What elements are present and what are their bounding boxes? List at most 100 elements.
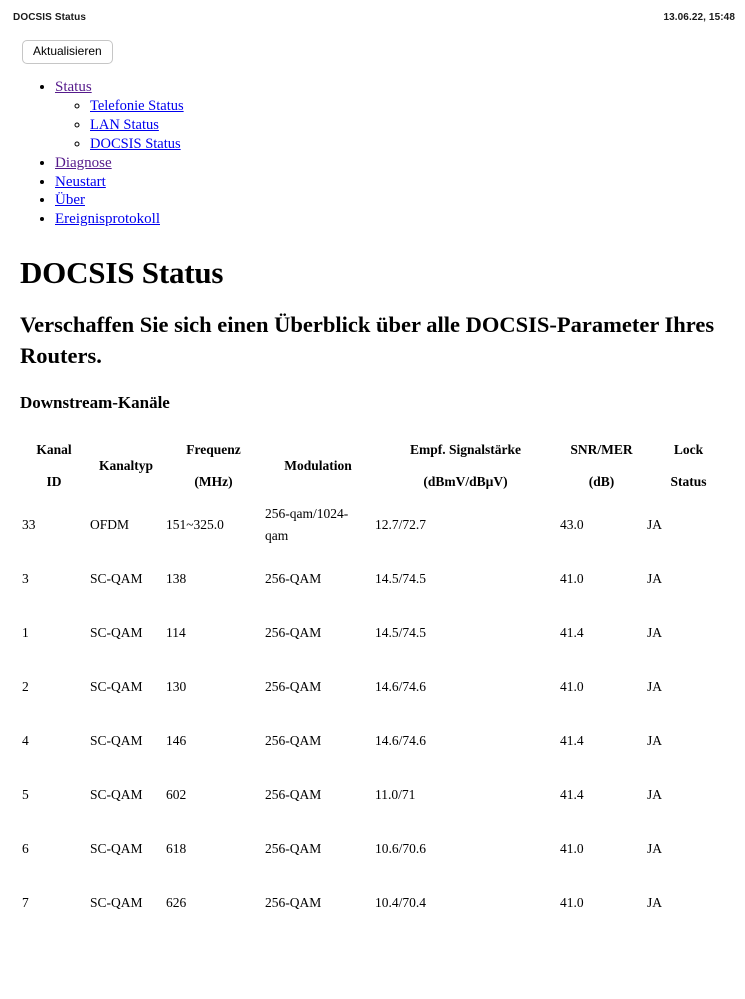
cell-frequenz: 130 <box>166 679 187 695</box>
cell-kanaltyp: SC-QAM <box>90 625 143 641</box>
cell-lock-status: JA <box>647 517 663 533</box>
nav-item-diagnose: Diagnose <box>55 154 745 173</box>
cell-kanaltyp: SC-QAM <box>90 787 143 803</box>
nav-link-status[interactable]: Status <box>55 79 92 95</box>
column-header-lock-status: Lock Status <box>645 435 732 498</box>
nav-item-lan-status: LAN Status <box>90 116 745 135</box>
table-row: 3 SC-QAM 138 256-QAM 14.5/74.5 41.0 JA <box>20 552 732 606</box>
table-row: 6 SC-QAM 618 256-QAM 10.6/70.6 41.0 JA <box>20 822 732 876</box>
column-header-snr-mer: SNR/MER (dB) <box>558 435 645 498</box>
nav-link-diagnose[interactable]: Diagnose <box>55 155 112 171</box>
cell-kanal-id: 1 <box>22 625 29 641</box>
toolbar: Aktualisieren <box>0 28 745 65</box>
table-row: 2 SC-QAM 130 256-QAM 14.6/74.6 41.0 JA <box>20 660 732 714</box>
page-subtitle: Verschaffen Sie sich einen Überblick übe… <box>20 312 715 368</box>
column-header-line1: SNR/MER <box>570 442 633 458</box>
cell-kanal-id: 4 <box>22 733 29 749</box>
nav-item-docsis-status: DOCSIS Status <box>90 135 745 154</box>
page-content: Aktualisieren Status Telefonie Status LA… <box>0 28 745 930</box>
nav-link-telefonie-status[interactable]: Telefonie Status <box>90 98 184 114</box>
cell-modulation: 256-QAM <box>265 787 322 803</box>
cell-kanal-id: 7 <box>22 895 29 911</box>
cell-frequenz: 146 <box>166 733 187 749</box>
nav-item-ueber: Über <box>55 191 745 210</box>
refresh-button[interactable]: Aktualisieren <box>22 40 113 65</box>
table-body: 33 OFDM 151~325.0 256-qam/1024-qam 12.7/… <box>20 498 732 930</box>
cell-kanal-id: 33 <box>22 517 36 533</box>
cell-modulation: 256-QAM <box>265 625 322 641</box>
cell-frequenz: 151~325.0 <box>166 517 224 533</box>
cell-signalstaerke: 14.6/74.6 <box>375 733 427 749</box>
column-header-kanal-id: Kanal ID <box>20 435 88 498</box>
cell-frequenz: 114 <box>166 625 186 641</box>
nav-link-lan-status[interactable]: LAN Status <box>90 117 159 133</box>
cell-lock-status: JA <box>647 733 663 749</box>
cell-signalstaerke: 14.5/74.5 <box>375 625 427 641</box>
cell-snr-mer: 41.0 <box>560 841 584 857</box>
cell-kanaltyp: SC-QAM <box>90 679 143 695</box>
cell-snr-mer: 41.4 <box>560 733 584 749</box>
print-header: DOCSIS Status 13.06.22, 15:48 <box>0 0 745 28</box>
cell-modulation: 256-QAM <box>265 895 322 911</box>
column-header-line2: (dB) <box>588 473 615 489</box>
cell-snr-mer: 41.4 <box>560 787 584 803</box>
cell-lock-status: JA <box>647 679 663 695</box>
column-header-line2: (dBmV/dBµV) <box>423 473 508 489</box>
print-header-title: DOCSIS Status <box>13 11 86 23</box>
cell-kanaltyp: OFDM <box>90 517 130 533</box>
column-header-line1: Modulation <box>284 458 352 474</box>
column-header-line1: Kanal <box>36 442 72 458</box>
cell-kanal-id: 5 <box>22 787 29 803</box>
column-header-line1: Kanaltyp <box>98 458 153 474</box>
cell-signalstaerke: 14.5/74.5 <box>375 571 427 587</box>
cell-modulation: 256-QAM <box>265 841 322 857</box>
nav-link-ueber[interactable]: Über <box>55 192 85 208</box>
column-header-line2: (MHz) <box>194 473 233 489</box>
cell-lock-status: JA <box>647 895 663 911</box>
main-navigation: Status Telefonie Status LAN Status DOCSI… <box>0 78 745 229</box>
table-row: 5 SC-QAM 602 256-QAM 11.0/71 41.4 JA <box>20 768 732 822</box>
column-header-frequenz: Frequenz (MHz) <box>164 435 263 498</box>
cell-modulation: 256-QAM <box>265 733 322 749</box>
cell-snr-mer: 41.0 <box>560 571 584 587</box>
cell-snr-mer: 43.0 <box>560 517 584 533</box>
table-header-row: Kanal ID Kanaltyp Frequenz (MHz) Modulat… <box>20 435 732 498</box>
cell-kanal-id: 6 <box>22 841 29 857</box>
column-header-line2: ID <box>46 473 62 489</box>
cell-snr-mer: 41.0 <box>560 679 584 695</box>
cell-kanaltyp: SC-QAM <box>90 841 143 857</box>
column-header-line1: Empf. Signalstärke <box>409 442 521 458</box>
nav-link-neustart[interactable]: Neustart <box>55 174 106 190</box>
cell-lock-status: JA <box>647 571 663 587</box>
column-header-kanaltyp: Kanaltyp <box>88 435 164 498</box>
table-header: Kanal ID Kanaltyp Frequenz (MHz) Modulat… <box>20 435 732 498</box>
cell-snr-mer: 41.0 <box>560 895 584 911</box>
cell-frequenz: 602 <box>166 787 187 803</box>
table-row: 33 OFDM 151~325.0 256-qam/1024-qam 12.7/… <box>20 498 732 552</box>
cell-signalstaerke: 12.7/72.7 <box>375 517 427 533</box>
nav-link-ereignisprotokoll[interactable]: Ereignisprotokoll <box>55 211 160 227</box>
cell-modulation: 256-QAM <box>265 571 322 587</box>
cell-kanal-id: 2 <box>22 679 29 695</box>
cell-signalstaerke: 11.0/71 <box>375 787 416 803</box>
cell-lock-status: JA <box>647 841 663 857</box>
cell-kanaltyp: SC-QAM <box>90 895 143 911</box>
nav-item-ereignisprotokoll: Ereignisprotokoll <box>55 210 745 229</box>
cell-lock-status: JA <box>647 625 663 641</box>
table-row: 1 SC-QAM 114 256-QAM 14.5/74.5 41.4 JA <box>20 606 732 660</box>
column-header-line1: Lock <box>673 442 704 458</box>
cell-frequenz: 138 <box>166 571 187 587</box>
nav-list: Status Telefonie Status LAN Status DOCSI… <box>0 78 745 229</box>
cell-modulation: 256-QAM <box>265 679 322 695</box>
page-title: DOCSIS Status <box>20 254 224 290</box>
nav-sublist: Telefonie Status LAN Status DOCSIS Statu… <box>55 97 745 154</box>
cell-kanaltyp: SC-QAM <box>90 571 143 587</box>
cell-lock-status: JA <box>647 787 663 803</box>
cell-signalstaerke: 10.4/70.4 <box>375 895 427 911</box>
section-title-downstream: Downstream-Kanäle <box>20 393 170 413</box>
column-header-signalstaerke: Empf. Signalstärke (dBmV/dBµV) <box>373 435 558 498</box>
cell-frequenz: 626 <box>166 895 187 911</box>
cell-modulation: 256-qam/1024-qam <box>265 506 349 544</box>
nav-link-docsis-status[interactable]: DOCSIS Status <box>90 136 181 152</box>
cell-frequenz: 618 <box>166 841 187 857</box>
